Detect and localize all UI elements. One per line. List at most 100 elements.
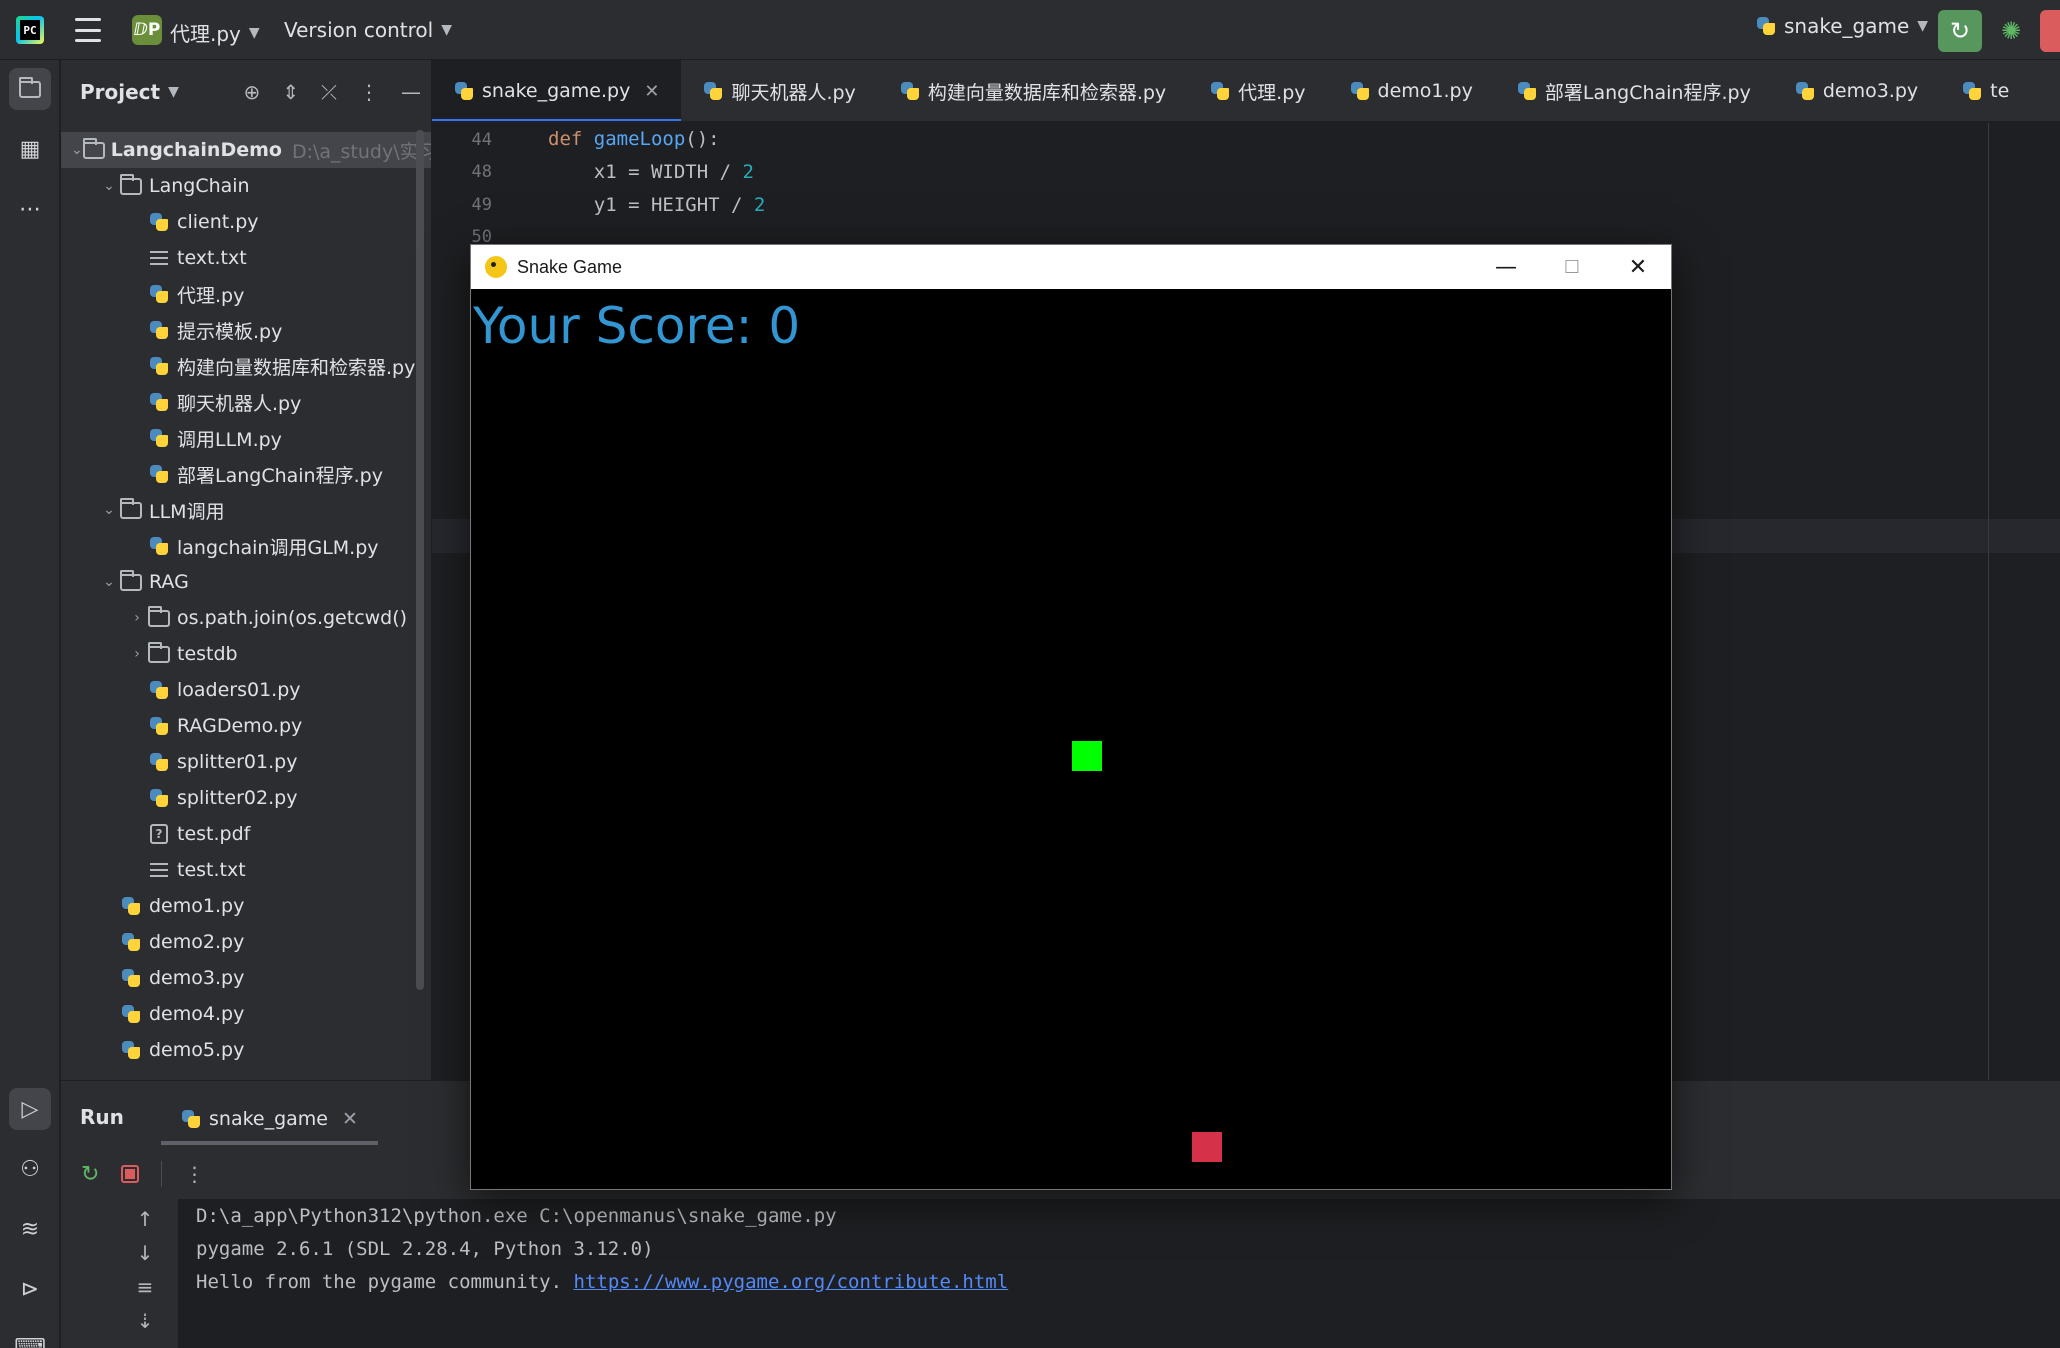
editor-tab[interactable]: 构建向量数据库和检索器.py xyxy=(878,60,1188,121)
project-badge[interactable]: ⅅP xyxy=(132,15,162,45)
tree-file[interactable]: ? test.pdf xyxy=(61,816,431,852)
hide-panel-icon[interactable]: — xyxy=(401,80,421,104)
chevron-right-icon[interactable]: › xyxy=(127,610,147,626)
project-selector[interactable]: 代理.py ▼ xyxy=(170,18,260,47)
close-icon[interactable]: ✕ xyxy=(644,81,659,102)
services-button[interactable]: ⊳ xyxy=(9,1268,51,1310)
food-block xyxy=(1192,1132,1222,1162)
tree-file[interactable]: 构建向量数据库和检索器.py xyxy=(61,348,431,384)
tree-item-label: 构建向量数据库和检索器.py xyxy=(177,356,416,379)
arrow-down-icon[interactable]: ↓ xyxy=(130,1241,160,1265)
tree-file[interactable]: test.txt xyxy=(61,852,431,888)
run-console[interactable]: ↑ ↓ ≡ ⇣ D:\a_app\Python312\python.exe C:… xyxy=(118,1199,2060,1348)
tree-item-icon xyxy=(119,895,143,917)
tree-file[interactable]: RAGDemo.py xyxy=(61,708,431,744)
tree-file[interactable]: splitter01.py xyxy=(61,744,431,780)
structure-tool-button[interactable]: ▦ xyxy=(9,128,51,170)
collapse-all-icon[interactable]: ⤫ xyxy=(321,80,337,104)
editor-tab[interactable]: 聊天机器人.py xyxy=(681,60,877,121)
game-window-title: Snake Game xyxy=(517,256,623,277)
snake-game-window[interactable]: Snake Game — ☐ ✕ Your Score: 0 xyxy=(470,244,1672,1190)
tree-file[interactable]: client.py xyxy=(61,204,431,240)
tree-item-label: RAGDemo.py xyxy=(177,715,303,737)
line-number: 49 xyxy=(471,195,492,215)
arrow-up-icon[interactable]: ↑ xyxy=(130,1207,160,1231)
tree-file[interactable]: splitter02.py xyxy=(61,780,431,816)
tree-file[interactable]: demo5.py xyxy=(61,1032,431,1068)
tree-item-icon xyxy=(147,715,171,737)
version-control-menu[interactable]: Version control ▼ xyxy=(284,18,452,42)
editor-tab[interactable]: te xyxy=(1940,60,2031,121)
stop-icon[interactable] xyxy=(121,1165,140,1183)
close-button[interactable]: ✕ xyxy=(1603,245,1673,289)
run-config-selector[interactable]: snake_game ▼ xyxy=(1756,14,1928,38)
tree-file[interactable]: demo1.py xyxy=(61,888,431,924)
tree-folder[interactable]: ⌄ LangchainDemo D:\a_study\实习 xyxy=(61,132,431,168)
locate-icon[interactable]: ⊕ xyxy=(243,80,260,104)
debug-button[interactable]: ✺ xyxy=(1996,14,2026,48)
project-tool-button[interactable] xyxy=(9,68,51,110)
chevron-down-icon[interactable]: ⌄ xyxy=(99,502,119,518)
editor-tab[interactable]: 部署LangChain程序.py xyxy=(1495,60,1773,121)
game-canvas[interactable]: Your Score: 0 xyxy=(471,289,1671,1189)
editor-tab[interactable]: 代理.py xyxy=(1188,60,1327,121)
tree-folder[interactable]: › testdb xyxy=(61,636,431,672)
tree-file[interactable]: text.txt xyxy=(61,240,431,276)
console-line: D:\a_app\Python312\python.exe C:\openman… xyxy=(196,1205,837,1227)
console-line: pygame 2.6.1 (SDL 2.28.4, Python 3.12.0) xyxy=(196,1238,654,1260)
minimize-button[interactable]: — xyxy=(1471,245,1541,289)
python-packages-button[interactable]: ≋ xyxy=(9,1208,51,1250)
tree-file[interactable]: 提示模板.py xyxy=(61,312,431,348)
run-tab-snake-game[interactable]: snake_game ✕ xyxy=(161,1097,378,1145)
console-link[interactable]: https://www.pygame.org/contribute.html xyxy=(574,1271,1009,1293)
project-scrollbar[interactable] xyxy=(416,130,424,990)
tree-file[interactable]: langchain调用GLM.py xyxy=(61,528,431,564)
python-icon xyxy=(1210,81,1230,101)
chevron-down-icon: ▼ xyxy=(248,24,260,41)
tree-folder[interactable]: › os.path.join(os.getcwd() xyxy=(61,600,431,636)
main-menu-icon[interactable] xyxy=(74,18,102,42)
tree-file[interactable]: demo3.py xyxy=(61,960,431,996)
more-tools-button[interactable]: ⋯ xyxy=(9,188,51,230)
terminal-button[interactable]: ⌨ xyxy=(9,1326,51,1348)
python-file-icon xyxy=(149,428,169,448)
chevron-right-icon[interactable]: › xyxy=(127,646,147,662)
close-icon[interactable]: ✕ xyxy=(342,1108,358,1130)
tree-item-icon xyxy=(147,319,171,341)
rerun-button[interactable]: ↻ xyxy=(1938,10,1982,52)
tree-file[interactable]: demo4.py xyxy=(61,996,431,1032)
editor-tab[interactable]: demo3.py xyxy=(1773,60,1940,121)
python-icon xyxy=(1756,16,1776,36)
tree-file[interactable]: demo2.py xyxy=(61,924,431,960)
rerun-icon[interactable]: ↻ xyxy=(81,1162,99,1187)
editor-tab-label: 代理.py xyxy=(1238,81,1306,104)
run-tool-button[interactable]: ▷ xyxy=(9,1088,51,1130)
options-icon[interactable]: ⋮ xyxy=(359,80,379,104)
tree-folder[interactable]: ⌄ LangChain xyxy=(61,168,431,204)
editor-tab-label: snake_game.py xyxy=(482,80,631,102)
chevron-down-icon[interactable]: ⌄ xyxy=(99,178,119,194)
tree-file[interactable]: 部署LangChain程序.py xyxy=(61,456,431,492)
editor-tab[interactable]: demo1.py xyxy=(1328,60,1495,121)
chevron-down-icon[interactable]: ⌄ xyxy=(71,142,83,158)
tree-file[interactable]: loaders01.py xyxy=(61,672,431,708)
chevron-down-icon[interactable]: ⌄ xyxy=(99,574,119,590)
tree-item-label: 代理.py xyxy=(177,284,245,307)
tree-item-label: 部署LangChain程序.py xyxy=(177,464,383,487)
tree-item-label: 聊天机器人.py xyxy=(177,392,302,415)
maximize-button[interactable]: ☐ xyxy=(1537,245,1607,289)
scroll-to-end-icon[interactable]: ⇣ xyxy=(130,1309,160,1333)
expand-all-icon[interactable]: ⇕ xyxy=(282,80,299,104)
chevron-down-icon: ▼ xyxy=(168,84,179,100)
tree-file[interactable]: 聊天机器人.py xyxy=(61,384,431,420)
more-vertical-icon[interactable]: ⋮ xyxy=(184,1162,204,1186)
tree-file[interactable]: 代理.py xyxy=(61,276,431,312)
soft-wrap-icon[interactable]: ≡ xyxy=(130,1275,160,1299)
stop-button[interactable] xyxy=(2040,10,2060,52)
tree-folder[interactable]: ⌄ RAG xyxy=(61,564,431,600)
tree-folder[interactable]: ⌄ LLM调用 xyxy=(61,492,431,528)
pycharm-logo-icon[interactable]: PC xyxy=(16,16,44,44)
editor-tab[interactable]: snake_game.py ✕ xyxy=(432,60,682,121)
python-console-button[interactable]: ⚇ xyxy=(9,1148,51,1190)
tree-file[interactable]: 调用LLM.py xyxy=(61,420,431,456)
